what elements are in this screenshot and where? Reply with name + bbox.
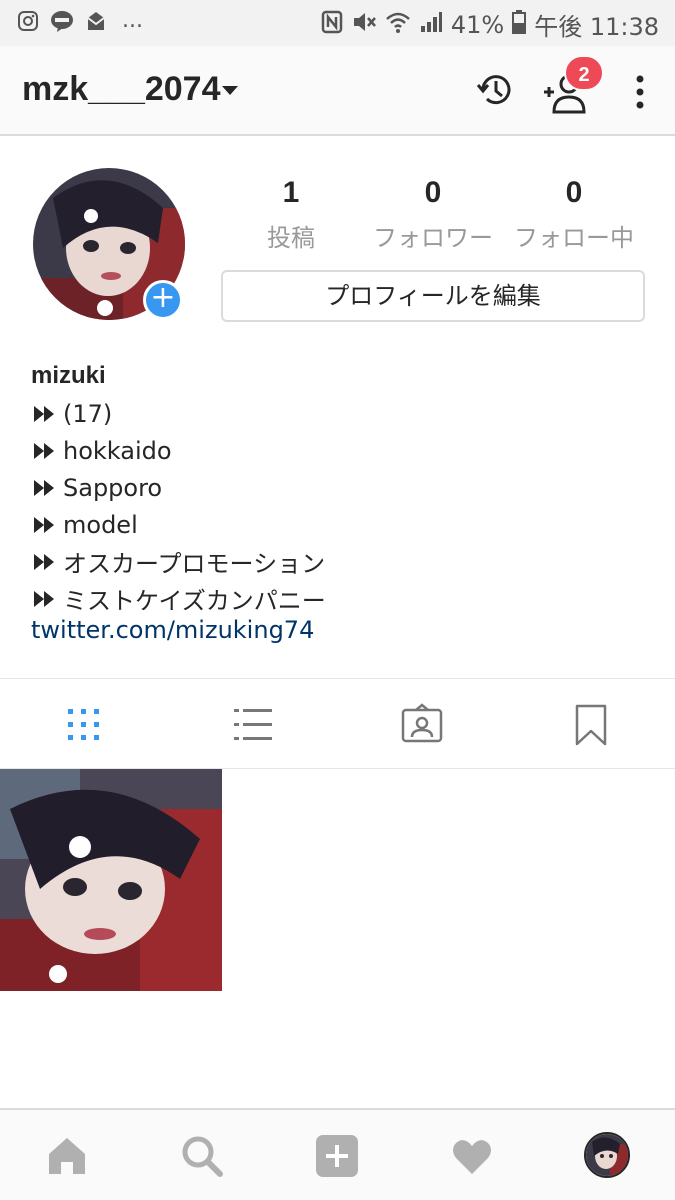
- add-story-button[interactable]: +: [143, 280, 183, 320]
- clock: 午後 11:38: [534, 13, 659, 41]
- followers-count: 0: [424, 176, 442, 209]
- bookmark-icon: [575, 704, 607, 746]
- bio-line-text: ミストケイズカンパニー: [63, 587, 326, 615]
- status-bar: ... 41% 午後 11:38: [0, 0, 675, 46]
- list-icon: [234, 709, 272, 740]
- tagged-photos-icon: [401, 703, 443, 743]
- grid-icon: [68, 709, 99, 740]
- profile-tabs: [0, 678, 675, 769]
- stat-followers[interactable]: 0 フォロワー: [370, 176, 496, 253]
- followers-label: フォロワー: [373, 224, 493, 252]
- bio-line: hokkaido: [31, 432, 326, 469]
- bio-line: ミストケイズカンパニー: [31, 580, 326, 617]
- following-label: フォロー中: [514, 224, 634, 252]
- post-thumbnail[interactable]: [0, 769, 222, 991]
- display-name: mizuki: [31, 362, 106, 389]
- battery-percent: 41%: [450, 10, 505, 39]
- tab-grid[interactable]: [62, 703, 106, 747]
- instagram-icon: [16, 9, 40, 33]
- new-post-icon[interactable]: [315, 1134, 359, 1178]
- bottom-navigation: [0, 1108, 675, 1200]
- signal-icon: [419, 10, 443, 40]
- following-count: 0: [565, 176, 583, 209]
- mail-icon: [84, 9, 108, 33]
- fast-forward-icon: [31, 552, 58, 572]
- line-icon: [50, 9, 74, 33]
- search-icon[interactable]: [180, 1134, 224, 1178]
- edit-profile-button[interactable]: プロフィールを編集: [221, 270, 645, 322]
- status-left: ...: [16, 9, 143, 33]
- history-icon[interactable]: [475, 70, 515, 110]
- tab-list[interactable]: [231, 703, 275, 747]
- bio-line-text: Sapporo: [63, 473, 163, 502]
- bio-link[interactable]: twitter.com/mizuking74: [31, 616, 314, 644]
- bio-line: model: [31, 506, 326, 543]
- nfc-icon: [321, 10, 343, 40]
- mute-icon: [351, 10, 377, 40]
- fast-forward-icon: [31, 589, 58, 609]
- status-right: 41% 午後 11:38: [321, 7, 659, 42]
- fast-forward-icon: [31, 515, 58, 535]
- account-switcher[interactable]: mzk___2074: [22, 70, 221, 109]
- notification-badge: 2: [564, 55, 604, 91]
- posts-label: 投稿: [267, 224, 315, 252]
- fast-forward-icon: [31, 441, 58, 461]
- more-notifications: ...: [122, 8, 143, 33]
- wifi-icon: [385, 10, 411, 40]
- fast-forward-icon: [31, 404, 58, 424]
- bio: (17) hokkaido Sapporo model オスカープロモーション …: [31, 395, 326, 617]
- bio-line: (17): [31, 395, 326, 432]
- tab-saved[interactable]: [569, 703, 613, 747]
- stat-following[interactable]: 0 フォロー中: [510, 176, 638, 253]
- bio-line-text: model: [63, 510, 138, 539]
- bio-line: Sapporo: [31, 469, 326, 506]
- home-icon[interactable]: [45, 1134, 89, 1178]
- chevron-down-icon[interactable]: [222, 86, 238, 95]
- bio-line-text: オスカープロモーション: [63, 550, 326, 578]
- stat-posts[interactable]: 1 投稿: [250, 176, 332, 253]
- battery-icon: [512, 9, 527, 40]
- bio-line: オスカープロモーション: [31, 543, 326, 580]
- profile-tab-avatar[interactable]: [584, 1132, 630, 1178]
- bio-line-text: hokkaido: [63, 436, 172, 465]
- tab-tagged[interactable]: [400, 703, 444, 747]
- bio-line-text: (17): [63, 399, 113, 428]
- more-options-icon[interactable]: [630, 74, 650, 110]
- posts-count: 1: [282, 176, 300, 209]
- heart-icon[interactable]: [450, 1134, 494, 1178]
- fast-forward-icon: [31, 478, 58, 498]
